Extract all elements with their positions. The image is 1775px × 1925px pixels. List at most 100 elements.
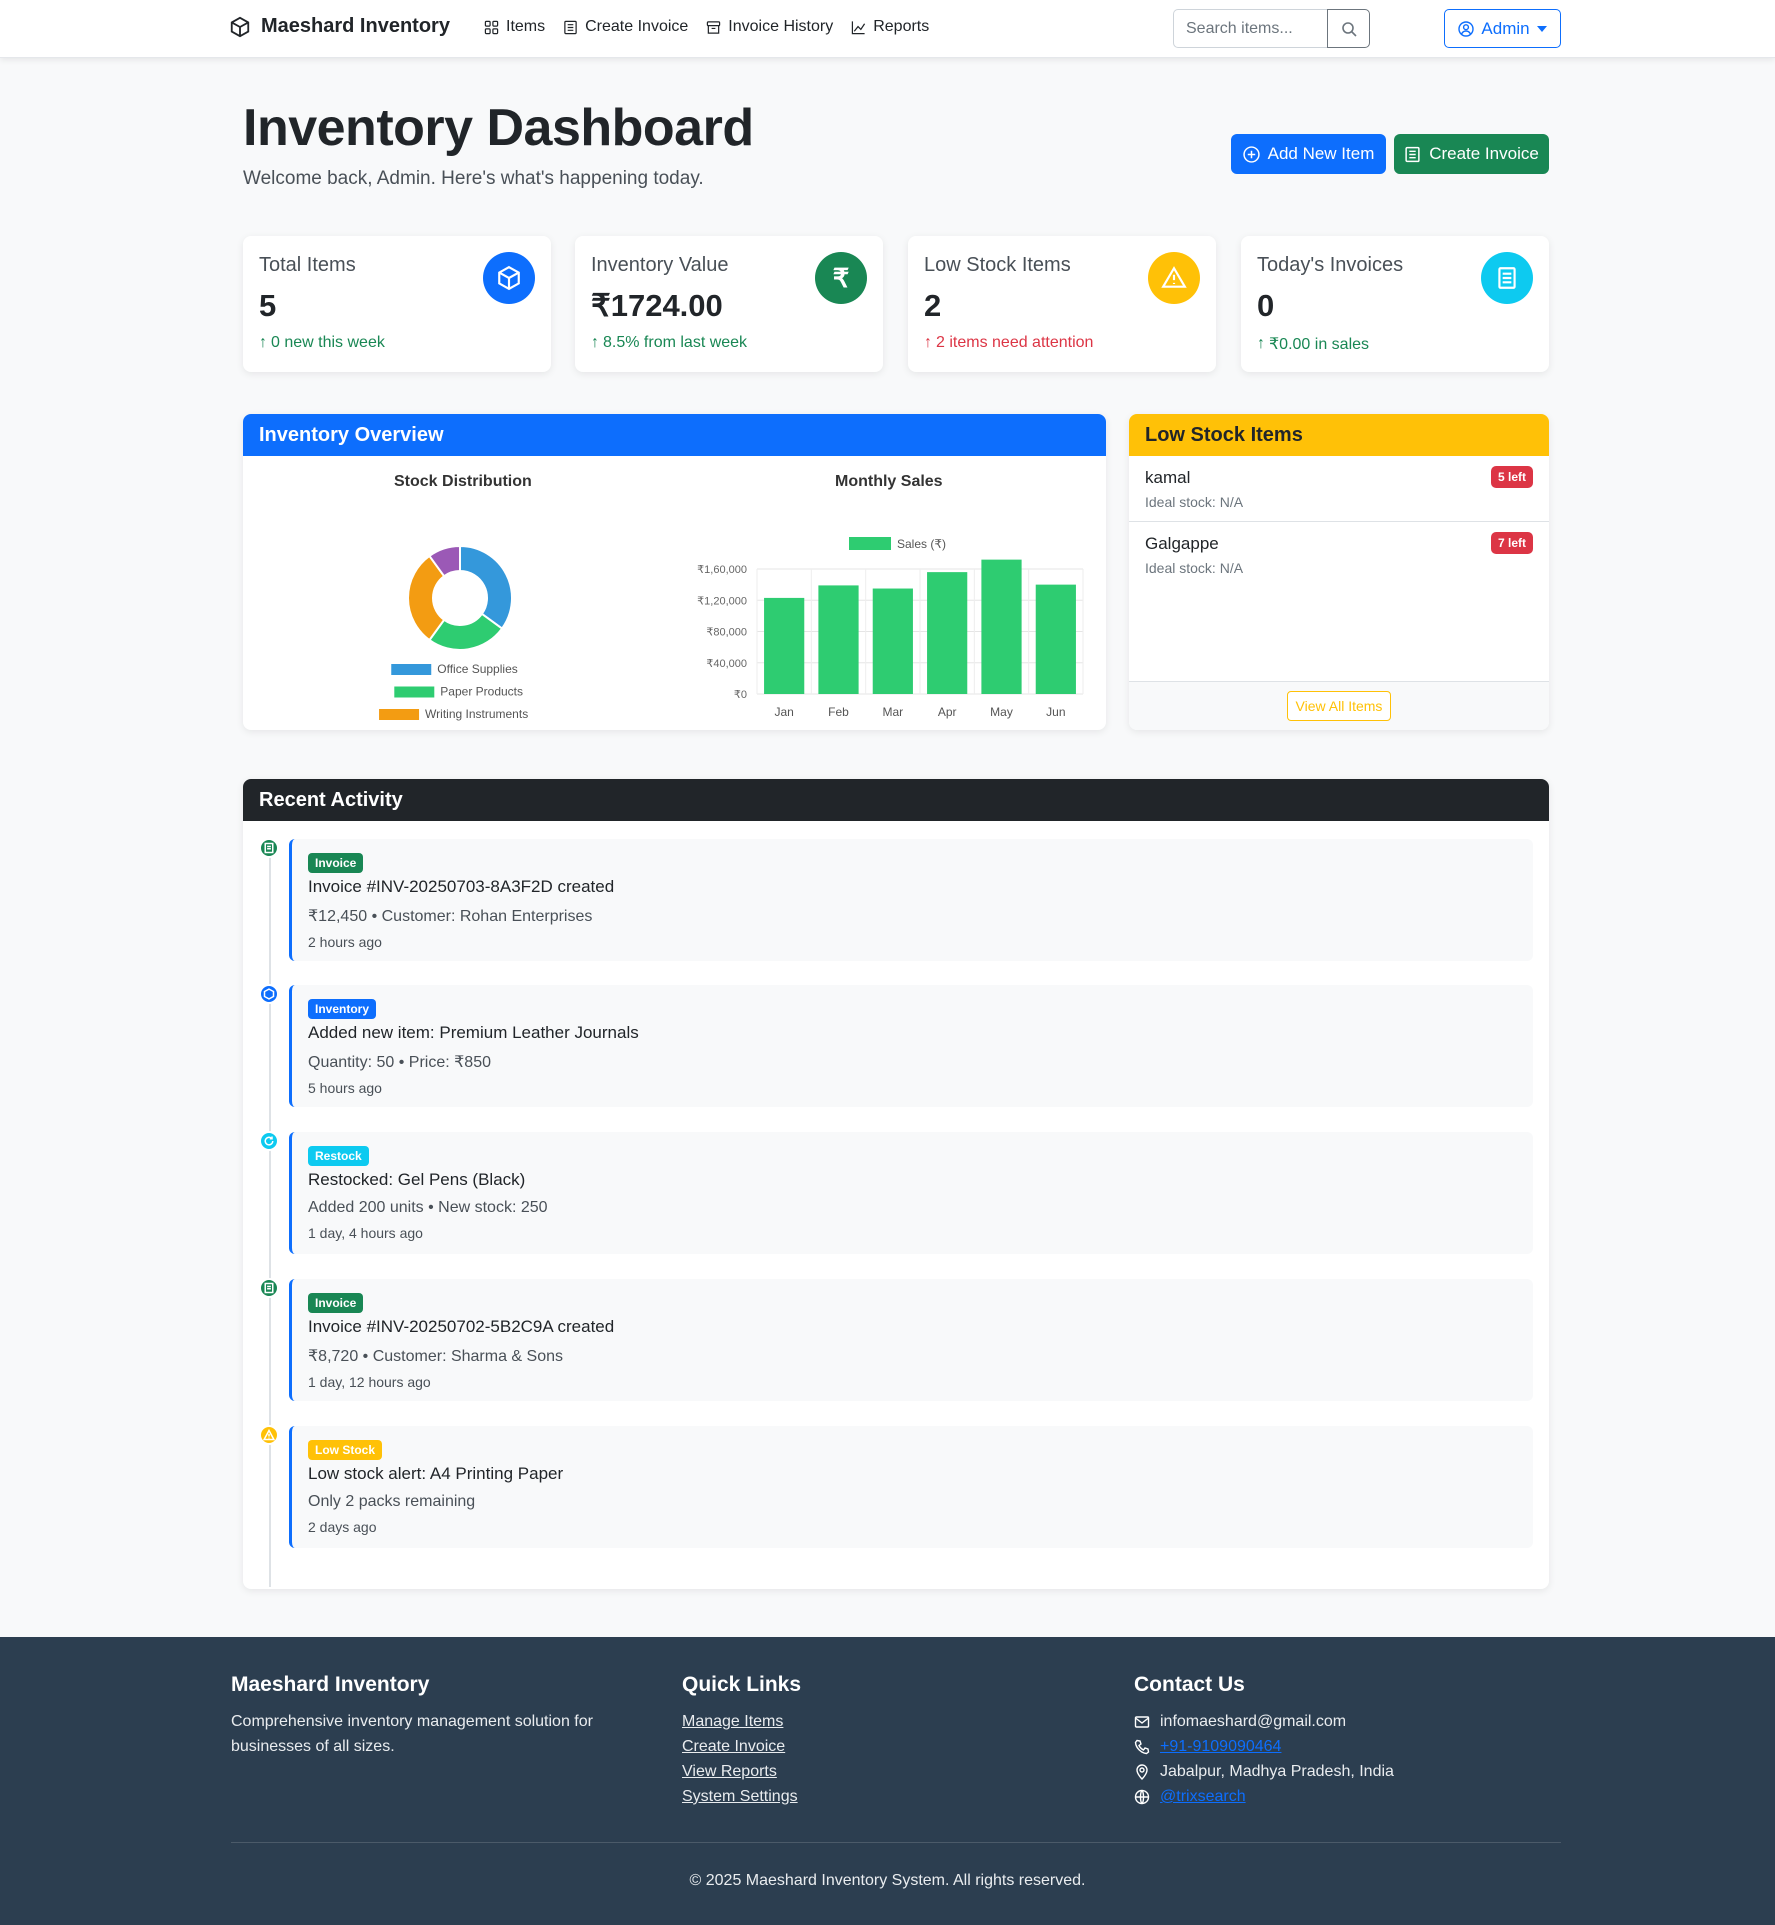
low-stock-item[interactable]: kamal Ideal stock: N/A 5 left (1129, 456, 1549, 522)
bar (1035, 584, 1076, 694)
bar (764, 597, 805, 694)
x-tick-label: Feb (828, 705, 849, 719)
x-tick-label: Jan (774, 705, 793, 719)
inventory-overview-panel: Inventory Overview Stock Distribution Of… (243, 414, 1106, 730)
activity-item[interactable]: Inventory Added new item: Premium Leathe… (289, 985, 1533, 1107)
receipt-icon (1481, 252, 1533, 304)
nav-link-create-invoice[interactable]: Create Invoice (563, 18, 688, 36)
activity-badge: Inventory (308, 999, 377, 1019)
envelope-icon (1134, 1715, 1150, 1728)
nav-link-label: Create Invoice (585, 18, 689, 35)
activity-item[interactable]: Invoice Invoice #INV-20250703-8A3F2D cre… (289, 839, 1533, 961)
y-tick-label: ₹1,20,000 (697, 595, 747, 607)
panel-title: Inventory Overview (243, 414, 1106, 456)
brand-name: Maeshard Inventory (261, 15, 450, 37)
stock-badge: 5 left (1490, 466, 1533, 488)
activity-time: 5 hours ago (308, 1080, 382, 1096)
bar (818, 585, 859, 694)
nav-link-invoice-history[interactable]: Invoice History (706, 18, 833, 36)
page-title: Inventory Dashboard (243, 99, 754, 157)
activity-badge: Invoice (308, 853, 364, 873)
legend-label: Office Supplies (437, 662, 518, 676)
chart-title-stock-distribution: Stock Distribution (394, 473, 532, 490)
footer-divider (231, 1842, 1561, 1843)
stat-value: 5 (259, 288, 277, 323)
stock-badge: 7 left (1490, 532, 1533, 554)
footer-link-create-invoice[interactable]: Create Invoice (682, 1734, 801, 1759)
activity-item[interactable]: Invoice Invoice #INV-20250702-5B2C9A cre… (289, 1279, 1533, 1401)
stat-value: 0 (1257, 288, 1275, 323)
footer-link-system-settings[interactable]: System Settings (682, 1784, 801, 1809)
activity-item[interactable]: Restock Restocked: Gel Pens (Black) Adde… (289, 1132, 1533, 1254)
legend-swatch (394, 686, 435, 698)
stat-note-text: ₹0.00 in sales (1269, 336, 1370, 353)
stat-label: Total Items (259, 254, 356, 276)
stat-card-todays-invoices: Today's Invoices 0 ↑ ₹0.00 in sales (1241, 236, 1549, 372)
activity-title: Invoice #INV-20250702-5B2C9A created (308, 1317, 615, 1336)
search-input[interactable] (1173, 9, 1327, 48)
x-tick-label: Jun (1046, 705, 1065, 719)
globe-icon (1134, 1789, 1150, 1804)
activity-time: 2 days ago (308, 1519, 377, 1535)
activity-detail: ₹12,450 • Customer: Rohan Enterprises (308, 908, 593, 925)
contact-phone: +91-9109090464 (1134, 1734, 1394, 1759)
add-new-item-button[interactable]: Add New Item (1231, 134, 1386, 174)
navbar: Maeshard Inventory Items Create Invoice … (0, 0, 1775, 58)
legend-swatch (849, 537, 891, 550)
arrow-up-icon: ↑ (259, 334, 267, 351)
activity-badge: Low Stock (308, 1440, 383, 1460)
stat-card-inventory-value: Inventory Value ₹1724.00 ↑ 8.5% from last… (575, 236, 883, 372)
legend-swatch (379, 709, 420, 720)
stat-note-text: 8.5% from last week (603, 334, 748, 351)
stat-note: ↑ ₹0.00 in sales (1257, 334, 1369, 354)
user-circle-icon (1458, 20, 1475, 37)
nav-link-reports[interactable]: Reports (851, 18, 929, 36)
receipt-icon (564, 20, 577, 34)
footer-link-view-reports[interactable]: View Reports (682, 1759, 801, 1784)
activity-detail: Quantity: 50 • Price: ₹850 (308, 1054, 491, 1071)
contact-social-link[interactable]: @trixsearch (1160, 1784, 1246, 1809)
stat-value: 2 (924, 288, 942, 323)
brand[interactable]: Maeshard Inventory (229, 15, 450, 38)
x-tick-label: Apr (938, 705, 957, 719)
item-ideal-stock: Ideal stock: N/A (1145, 560, 1244, 576)
user-label: Admin (1481, 18, 1530, 38)
item-name: Galgappe (1145, 534, 1219, 553)
y-tick-label: ₹40,000 (706, 658, 747, 670)
receipt-icon (259, 838, 279, 858)
arrow-up-icon: ↑ (1257, 335, 1265, 352)
contact-phone-link[interactable]: +91-9109090464 (1160, 1734, 1281, 1759)
low-stock-footer: View All Items (1129, 681, 1549, 730)
user-menu-button[interactable]: Admin (1444, 9, 1561, 48)
activity-title: Invoice #INV-20250703-8A3F2D created (308, 877, 615, 896)
footer-contact-title: Contact Us (1134, 1673, 1245, 1696)
footer-contact: Contact Us infomaeshard@gmail.com +91-91… (1134, 1673, 1394, 1809)
phone-icon (1134, 1739, 1150, 1754)
stat-note: ↑ 0 new this week (259, 334, 385, 352)
stat-note-text: 2 items need attention (936, 334, 1094, 351)
stat-label: Today's Invoices (1257, 254, 1404, 276)
add-new-item-label: Add New Item (1267, 144, 1375, 163)
activity-item[interactable]: Low Stock Low stock alert: A4 Printing P… (289, 1426, 1533, 1548)
footer-links-title: Quick Links (682, 1673, 802, 1696)
nav-link-items[interactable]: Items (484, 18, 545, 36)
receipt-icon (259, 1278, 279, 1298)
warning-icon (1148, 252, 1200, 304)
y-tick-label: ₹0 (734, 689, 747, 701)
plus-circle-icon (1242, 145, 1260, 163)
view-all-items-button[interactable]: View All Items (1286, 691, 1392, 721)
footer-link-manage-items[interactable]: Manage Items (682, 1709, 801, 1734)
create-invoice-button[interactable]: Create Invoice (1394, 134, 1549, 174)
legend-swatch (391, 664, 432, 675)
x-tick-label: Mar (882, 705, 903, 719)
box-icon (230, 16, 250, 37)
footer: Maeshard Inventory Comprehensive invento… (0, 1637, 1775, 1925)
contact-address: Jabalpur, Madhya Pradesh, India (1134, 1759, 1394, 1784)
search-button[interactable] (1327, 9, 1370, 48)
item-name: kamal (1145, 468, 1191, 487)
low-stock-item[interactable]: Galgappe Ideal stock: N/A 7 left (1129, 522, 1549, 588)
caret-down-icon (1536, 25, 1547, 32)
monthly-sales-chart: ₹0 ₹40,000 ₹80,000 ₹1,20,000 ₹1,60,000 Jan Feb… (697, 537, 1084, 719)
receipt-icon (1405, 146, 1420, 162)
stat-label: Inventory Value (591, 254, 729, 276)
